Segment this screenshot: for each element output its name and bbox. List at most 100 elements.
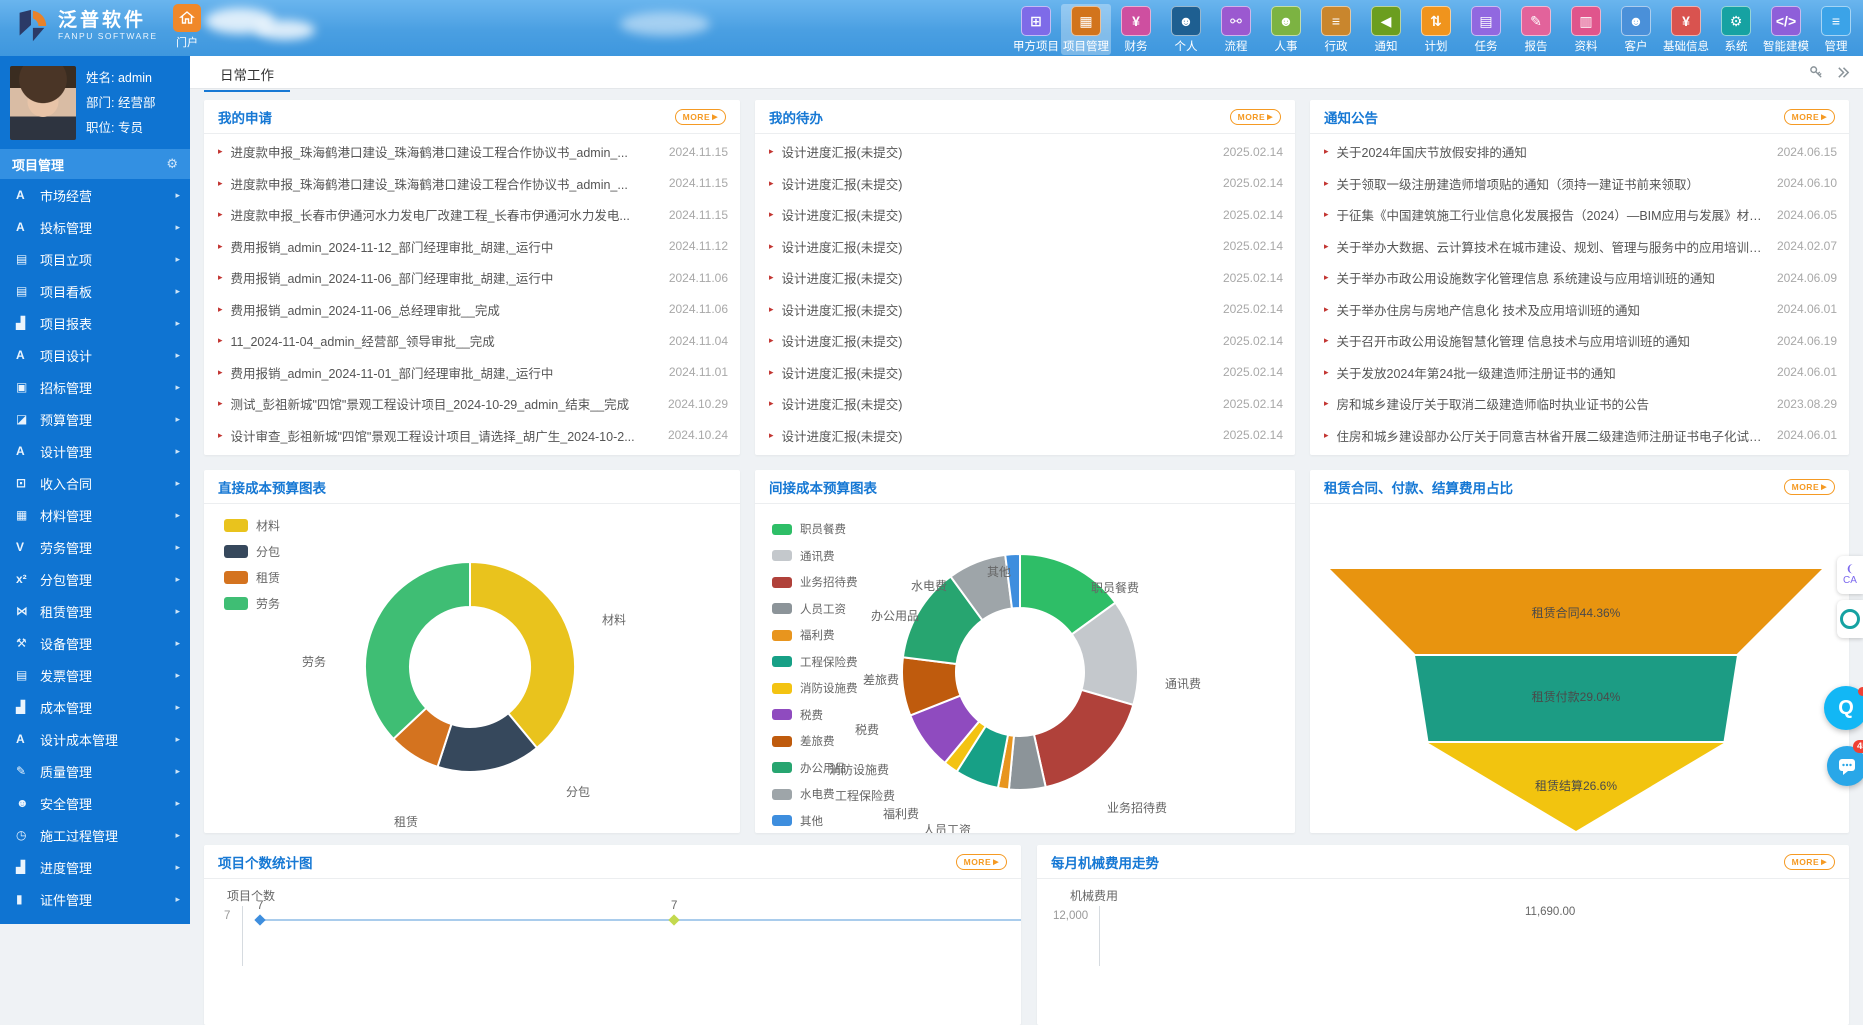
list-item[interactable]: ▸设计进度汇报(未提交)2025.02.14 — [769, 168, 1283, 200]
gear-icon[interactable]: ⚙ — [166, 156, 178, 172]
chat-button[interactable]: 45 — [1827, 746, 1863, 786]
legend-item-材料[interactable]: 材料 — [224, 517, 280, 534]
legend-item-差旅费[interactable]: 差旅费 — [772, 733, 858, 749]
list-item[interactable]: ▸测试_彭祖新城"四馆"景观工程设计项目_2024-10-29_admin_结束… — [218, 388, 728, 420]
sidebar-item-11[interactable]: ▦材料管理▸ — [0, 499, 190, 531]
sidebar-item-15[interactable]: ⚒设备管理▸ — [0, 627, 190, 659]
list-item[interactable]: ▸房和城乡建设厅关于取消二级建造师临时执业证书的公告2023.08.29 — [1324, 388, 1837, 420]
nav-item-4[interactable]: ☻个人 — [1161, 4, 1211, 55]
pie-slice-劳务[interactable] — [365, 562, 470, 739]
nav-item-1[interactable]: ⊞甲方项目 — [1011, 4, 1061, 55]
more-button[interactable]: MORE▶ — [1784, 109, 1835, 125]
list-item[interactable]: ▸关于2024年国庆节放假安排的通知2024.06.15 — [1324, 136, 1837, 168]
sidebar-item-17[interactable]: ▟成本管理▸ — [0, 691, 190, 723]
sidebar-item-9[interactable]: A设计管理▸ — [0, 435, 190, 467]
nav-item-16[interactable]: </>智能建模 — [1761, 4, 1811, 55]
sidebar-section-header[interactable]: 项目管理 ⚙ — [0, 149, 190, 179]
tab-daily-work[interactable]: 日常工作 — [204, 56, 290, 92]
list-item[interactable]: ▸费用报销_admin_2024-11-06_部门经理审批_胡建,_运行中202… — [218, 262, 728, 294]
list-item[interactable]: ▸设计进度汇报(未提交)2025.02.14 — [769, 136, 1283, 168]
list-item[interactable]: ▸费用报销_admin_2024-11-06_总经理审批__完成2024.11.… — [218, 294, 728, 326]
list-item[interactable]: ▸进度款申报_珠海鹤港口建设_珠海鹤港口建设工程合作协议书_admin_...2… — [218, 168, 728, 200]
legend-item-税费[interactable]: 税费 — [772, 707, 858, 723]
portal-button[interactable]: 门户 — [170, 4, 204, 50]
nav-item-7[interactable]: ≡行政 — [1311, 4, 1361, 55]
legend-item-分包[interactable]: 分包 — [224, 543, 280, 560]
list-item[interactable]: ▸进度款申报_珠海鹤港口建设_珠海鹤港口建设工程合作协议书_admin_...2… — [218, 136, 728, 168]
more-button[interactable]: MORE▶ — [1784, 854, 1835, 870]
nav-item-5[interactable]: ⚯流程 — [1211, 4, 1261, 55]
list-item[interactable]: ▸设计进度汇报(未提交)2025.02.14 — [769, 388, 1283, 420]
list-item[interactable]: ▸关于举办住房与房地产信息化 技术及应用培训班的通知2024.06.01 — [1324, 294, 1837, 326]
nav-item-15[interactable]: ⚙系统 — [1711, 4, 1761, 55]
list-item[interactable]: ▸进度款申报_长春市伊通河水力发电厂改建工程_长春市伊通河水力发电...2024… — [218, 199, 728, 231]
pie-slice-材料[interactable] — [470, 562, 575, 748]
sidebar-item-4[interactable]: ▤项目看板▸ — [0, 275, 190, 307]
list-item[interactable]: ▸费用报销_admin_2024-11-01_部门经理审批_胡建,_运行中202… — [218, 357, 728, 389]
sidebar-item-18[interactable]: A设计成本管理▸ — [0, 723, 190, 755]
sidebar-item-1[interactable]: A市场经营▸ — [0, 179, 190, 211]
nav-item-8[interactable]: ◀通知 — [1361, 4, 1411, 55]
nav-item-9[interactable]: ⇅计划 — [1411, 4, 1461, 55]
sidebar-item-16[interactable]: ▤发票管理▸ — [0, 659, 190, 691]
sidebar-item-19[interactable]: ✎质量管理▸ — [0, 755, 190, 787]
list-item[interactable]: ▸设计进度汇报(未提交)2025.02.14 — [769, 199, 1283, 231]
legend-item-其他[interactable]: 其他 — [772, 813, 858, 829]
more-button[interactable]: MORE▶ — [1230, 109, 1281, 125]
legend-item-人员工资[interactable]: 人员工资 — [772, 601, 858, 617]
legend-item-租赁[interactable]: 租赁 — [224, 569, 280, 586]
sidebar-item-6[interactable]: A项目设计▸ — [0, 339, 190, 371]
list-item[interactable]: ▸设计进度汇报(未提交)2025.02.14 — [769, 420, 1283, 452]
sidebar-item-7[interactable]: ▣招标管理▸ — [0, 371, 190, 403]
sidebar-item-22[interactable]: ▟进度管理▸ — [0, 851, 190, 883]
list-item[interactable]: ▸设计进度汇报(未提交)2025.02.14 — [769, 357, 1283, 389]
nav-item-17[interactable]: ≡管理 — [1811, 4, 1861, 55]
sidebar-item-23[interactable]: ▮证件管理▸ — [0, 883, 190, 915]
list-item[interactable]: ▸于征集《中国建筑施工行业信息化发展报告（2024）—BIM应用与发展》材料..… — [1324, 199, 1837, 231]
legend-item-劳务[interactable]: 劳务 — [224, 595, 280, 612]
list-item[interactable]: ▸关于举办市政公用设施数字化管理信息 系统建设与应用培训班的通知2024.06.… — [1324, 262, 1837, 294]
list-item[interactable]: ▸设计进度汇报(未提交)2025.02.14 — [769, 231, 1283, 263]
list-item[interactable]: ▸设计进度汇报(未提交)2025.02.14 — [769, 262, 1283, 294]
nav-item-2[interactable]: ▦项目管理 — [1061, 4, 1111, 55]
legend-item-工程保险费[interactable]: 工程保险费 — [772, 654, 858, 670]
pie-slice-业务招待费[interactable] — [1034, 690, 1133, 787]
legend-item-职员餐费[interactable]: 职员餐费 — [772, 521, 858, 537]
legend-item-福利费[interactable]: 福利费 — [772, 627, 858, 643]
key-icon[interactable] — [1809, 65, 1824, 80]
list-item[interactable]: ▸住房和城乡建设部办公厅关于同意吉林省开展二级建造师注册证书电子化试点...20… — [1324, 420, 1837, 452]
sidebar-item-13[interactable]: x²分包管理▸ — [0, 563, 190, 595]
list-item[interactable]: ▸设计进度汇报(未提交)2025.02.14 — [769, 325, 1283, 357]
list-item[interactable]: ▸11_2024-11-04_admin_经营部_领导审批__完成2024.11… — [218, 325, 728, 357]
more-button[interactable]: MORE▶ — [956, 854, 1007, 870]
nav-item-10[interactable]: ▤任务 — [1461, 4, 1511, 55]
ca-service-widget[interactable]: ❨ CA — [1837, 556, 1863, 594]
list-item[interactable]: ▸关于举办大数据、云计算技术在城市建设、规划、管理与服务中的应用培训班...20… — [1324, 231, 1837, 263]
sidebar-item-8[interactable]: ◪预算管理▸ — [0, 403, 190, 435]
list-item[interactable]: ▸设计进度汇报(未提交)2025.02.14 — [769, 294, 1283, 326]
sidebar-item-20[interactable]: ☻安全管理▸ — [0, 787, 190, 819]
sidebar-item-21[interactable]: ◷施工过程管理▸ — [0, 819, 190, 851]
list-item[interactable]: ▸关于召开市政公用设施智慧化管理 信息技术与应用培训班的通知2024.06.19 — [1324, 325, 1837, 357]
nav-item-3[interactable]: ¥财务 — [1111, 4, 1161, 55]
legend-item-消防设施费[interactable]: 消防设施费 — [772, 680, 858, 696]
list-item[interactable]: ▸关于发放2024年第24批一级建造师注册证书的通知2024.06.01 — [1324, 357, 1837, 389]
legend-item-业务招待费[interactable]: 业务招待费 — [772, 574, 858, 590]
list-item[interactable]: ▸设计审查_彭祖新城"四馆"景观工程设计项目_请选择_胡广生_2024-10-2… — [218, 420, 728, 452]
sidebar-item-14[interactable]: ⋈租赁管理▸ — [0, 595, 190, 627]
qq-contact-button[interactable]: Q — [1824, 686, 1863, 730]
sidebar-item-2[interactable]: A投标管理▸ — [0, 211, 190, 243]
nav-item-11[interactable]: ✎报告 — [1511, 4, 1561, 55]
sidebar-item-12[interactable]: V劳务管理▸ — [0, 531, 190, 563]
list-item[interactable]: ▸关于领取一级注册建造师增项贴的通知（须持一建证书前来领取）2024.06.10 — [1324, 168, 1837, 200]
sidebar-item-3[interactable]: ▤项目立项▸ — [0, 243, 190, 275]
nav-item-13[interactable]: ☻客户 — [1611, 4, 1661, 55]
more-button[interactable]: MORE▶ — [1784, 479, 1835, 495]
legend-item-通讯费[interactable]: 通讯费 — [772, 548, 858, 564]
nav-item-6[interactable]: ☻人事 — [1261, 4, 1311, 55]
service-widget[interactable] — [1837, 600, 1863, 638]
sidebar-item-10[interactable]: ⊡收入合同▸ — [0, 467, 190, 499]
sidebar-item-5[interactable]: ▟项目报表▸ — [0, 307, 190, 339]
expand-icon[interactable] — [1836, 65, 1851, 80]
list-item[interactable]: ▸费用报销_admin_2024-11-12_部门经理审批_胡建,_运行中202… — [218, 231, 728, 263]
